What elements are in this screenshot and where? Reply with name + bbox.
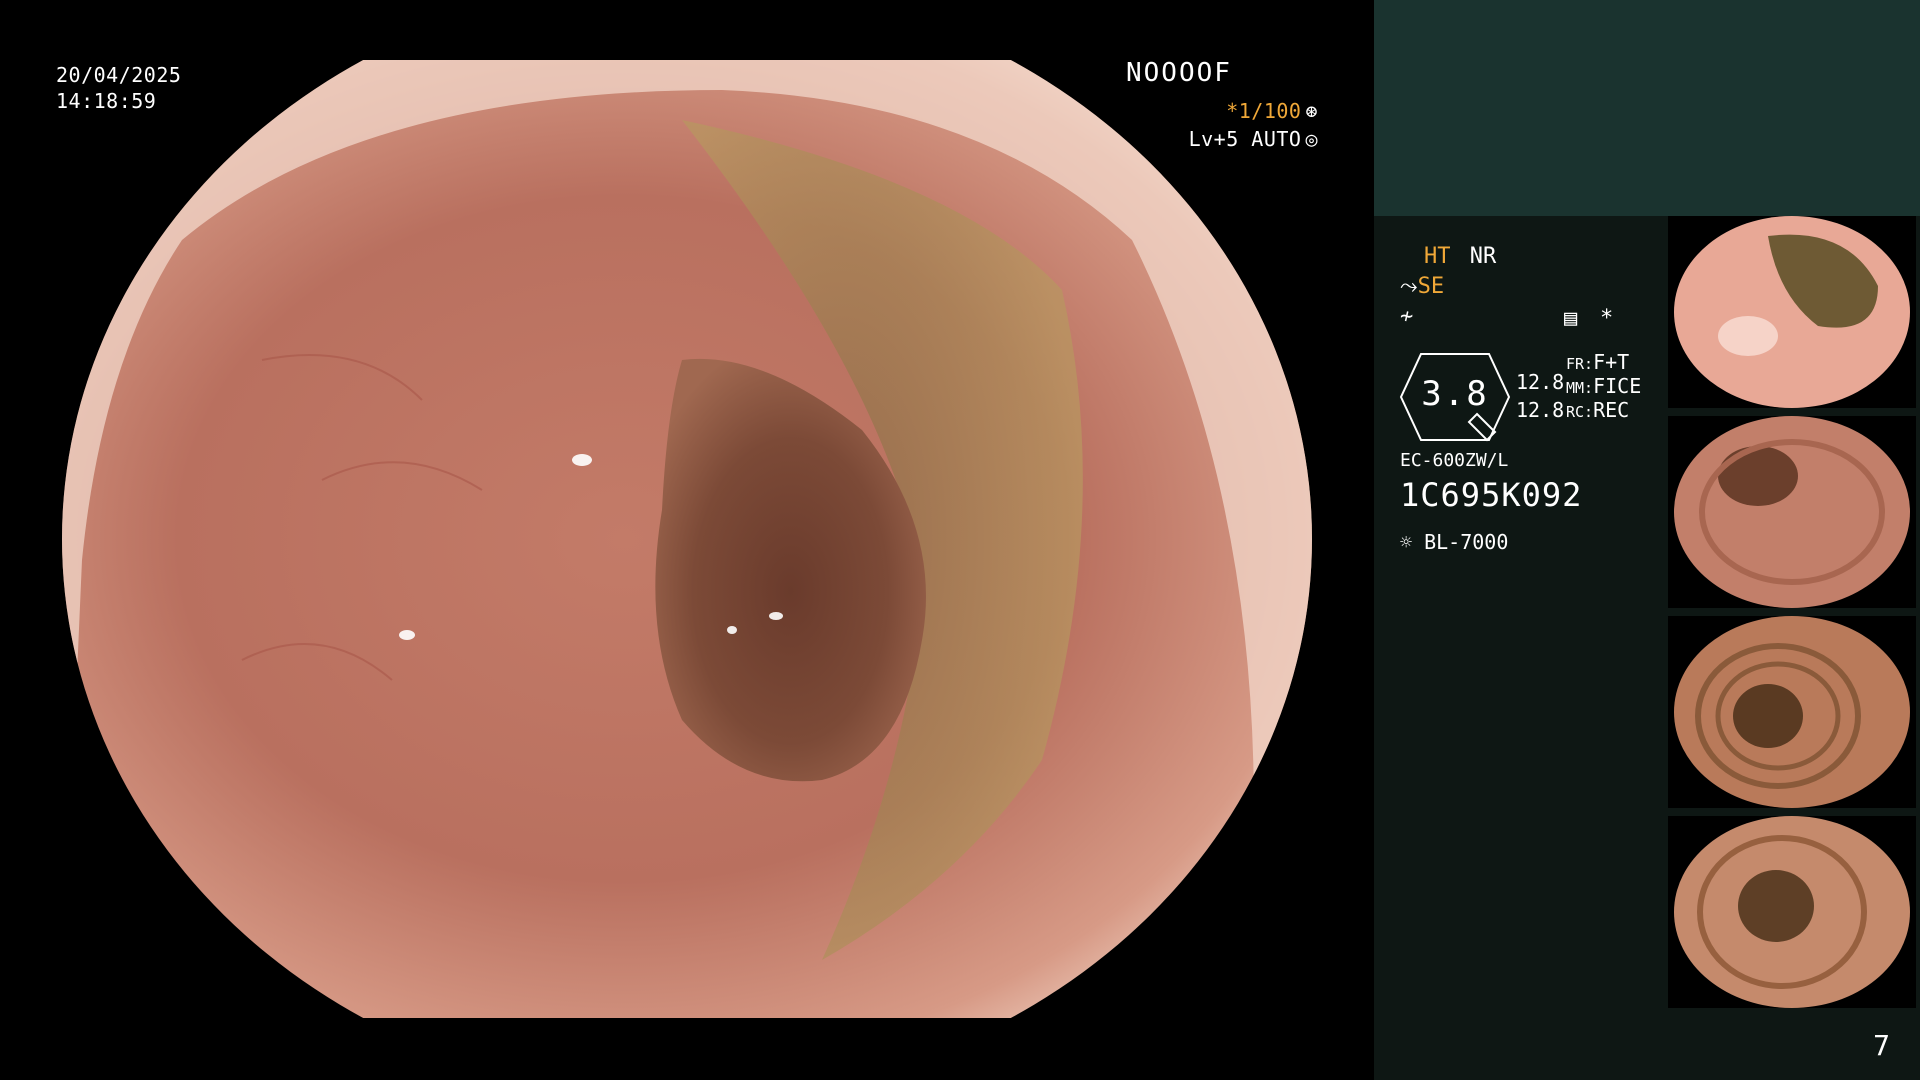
iris-icon: ◎ (1305, 127, 1318, 151)
zoom-value: 3.8 (1421, 374, 1489, 414)
light-source-text: BL-7000 (1424, 530, 1509, 554)
thumbnail-2[interactable] (1668, 416, 1916, 608)
shutter-speed: *1/100 ⊛ (1226, 98, 1318, 124)
thumbnail-image (1674, 816, 1910, 1008)
time-text: 14:18:59 (56, 89, 157, 113)
thumbnail-image (1674, 216, 1910, 408)
scope-serial: 1C695K092 (1400, 476, 1583, 514)
se-mode: ⤳SE (1400, 274, 1444, 299)
value-1: 12.8 (1516, 370, 1565, 394)
mm-setting: MM:FICE (1566, 374, 1641, 398)
rc-value: REC (1593, 398, 1630, 422)
scope-model: EC-600ZW/L (1400, 450, 1509, 471)
processing-modes: HT NR (1424, 244, 1496, 269)
se-label: SE (1417, 274, 1445, 299)
thumbnail-image (1674, 416, 1910, 608)
light-source: ☼ BL-7000 (1400, 530, 1508, 554)
mm-label: MM: (1566, 379, 1594, 397)
aperture-icon: ⊛ (1305, 99, 1318, 123)
thumbnail-3[interactable] (1668, 616, 1916, 808)
datetime: 20/04/2025 14:18:59 (56, 62, 181, 114)
fr-setting: FR:F+T (1566, 350, 1629, 374)
thumbnail-1[interactable] (1668, 216, 1916, 408)
endoscope-view (62, 60, 1312, 1018)
fr-label: FR: (1566, 355, 1594, 373)
colon-lumen-image (62, 60, 1312, 1018)
asterisk-mark: * (1600, 306, 1614, 331)
freeze-icon: ≁ (1400, 304, 1414, 329)
value-2: 12.8 (1516, 398, 1565, 422)
thumbnail-4[interactable] (1668, 816, 1916, 1008)
rc-setting: RC:REC (1566, 398, 1629, 422)
light-source-icon: ☼ (1400, 530, 1413, 554)
mm-value: FICE (1593, 374, 1642, 398)
thumbnail-image (1674, 616, 1910, 808)
shutter-text: *1/100 (1226, 99, 1302, 123)
rc-label: RC: (1566, 403, 1594, 421)
brightness-level: Lv+5 AUTO ◎ (1189, 126, 1318, 152)
ht-label: HT (1424, 244, 1451, 269)
memo-icon: ▤ (1564, 306, 1578, 331)
scope-tip-icon: ⤳ (1400, 274, 1418, 299)
patient-id: NOOOOF (1126, 58, 1232, 88)
level-text: Lv+5 AUTO (1188, 127, 1302, 151)
side-panel-top (1374, 0, 1920, 216)
fr-value: F+T (1593, 350, 1630, 374)
nr-label: NR (1469, 244, 1497, 269)
frame-count: 7 (1873, 1029, 1890, 1062)
date-text: 20/04/2025 (56, 63, 182, 87)
